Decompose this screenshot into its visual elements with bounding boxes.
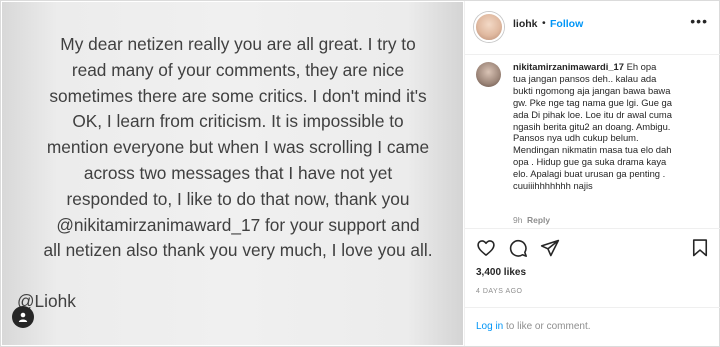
heart-icon[interactable]	[476, 238, 496, 258]
comment-line: ada Di pihak loe. Loe itu dr awal cuma	[513, 108, 672, 120]
instagram-post: My dear netizen really you are all great…	[0, 0, 720, 347]
image-text-line: all netizen also thank you very much, I …	[43, 240, 433, 261]
post-image[interactable]: My dear netizen really you are all great…	[2, 2, 463, 345]
post-side-panel: liohk • Follow ••• nikitamirzanimawardi_…	[464, 1, 720, 346]
author-username[interactable]: liohk	[513, 18, 538, 30]
likes-count[interactable]: 3,400 likes	[476, 267, 526, 278]
comment-text: nikitamirzanimawardi_17 Eh opa tua janga…	[513, 61, 713, 192]
login-rest-text: to like or comment.	[503, 321, 591, 332]
user-tag-button[interactable]	[12, 306, 34, 328]
comment-line: elo. Apalagi buat urusan ga penting .	[513, 168, 666, 180]
more-options-icon[interactable]: •••	[690, 13, 708, 29]
image-text-line: read many of your comments, they are nic…	[71, 59, 405, 80]
post-header: liohk • Follow •••	[465, 1, 720, 55]
commenter-avatar[interactable]	[476, 62, 501, 87]
header-separator: •	[542, 17, 546, 29]
image-text: My dear netizen really you are all great…	[14, 32, 462, 264]
image-text-line: My dear netizen really you are all great…	[60, 34, 416, 54]
comment-line: cuuiiihhhhhhh najis	[513, 180, 593, 192]
login-prompt: Log in to like or comment.	[465, 307, 720, 347]
comment-icon[interactable]	[508, 238, 528, 258]
post-date[interactable]: 4 DAYS AGO	[476, 288, 523, 295]
comment-line: Mendingan nikmatin masa tua elo dah	[513, 144, 672, 156]
commenter-username[interactable]: nikitamirzanimawardi_17	[513, 61, 624, 72]
comment-line: Eh opa	[624, 61, 657, 72]
comment-line: tua jangan pansos deh.. kalau ada	[513, 72, 657, 84]
comment-line: opa . Hidup gue ga suka drama kaya	[513, 156, 667, 168]
bookmark-icon[interactable]	[690, 238, 710, 258]
image-text-line: OK, I learn from criticism. It is imposs…	[72, 111, 404, 132]
image-text-line: sometimes there are some critics. I don'…	[49, 85, 427, 106]
author-avatar[interactable]	[474, 12, 504, 42]
image-text-line: across two messages that I have not yet	[83, 162, 393, 183]
login-link[interactable]: Log in	[476, 321, 503, 332]
image-text-line: responded to, I like to do that now, tha…	[66, 188, 410, 209]
share-icon[interactable]	[540, 238, 560, 258]
reply-button[interactable]: Reply	[527, 215, 550, 225]
comment-line: Pansos nya udh cukup belum.	[513, 132, 639, 144]
comment-line: ngasih berita gitu2 an doang. Ambigu.	[513, 120, 671, 132]
user-tag-icon	[18, 312, 28, 322]
image-text-line: mention everyone but when I was scrollin…	[46, 137, 430, 158]
comment-first-line: nikitamirzanimawardi_17 Eh opa	[513, 61, 713, 73]
comment-timestamp[interactable]: 9h	[513, 215, 522, 225]
comment-line: bukti ngomong aja jangan bawa bawa	[513, 84, 671, 96]
comment-line: gw. Pke nge tag nama gue lgi. Gue ga	[513, 96, 672, 108]
follow-button[interactable]: Follow	[550, 18, 583, 30]
post-actions	[465, 229, 720, 265]
comment-item: nikitamirzanimawardi_17 Eh opa tua janga…	[465, 54, 720, 229]
image-text-line: @nikitamirzanimaward_17 for your support…	[56, 214, 420, 235]
login-text: Log in to like or comment.	[476, 321, 591, 332]
